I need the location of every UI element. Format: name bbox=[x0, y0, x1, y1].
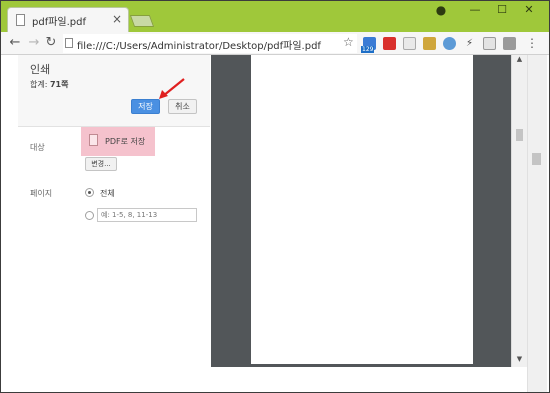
destination-selector[interactable]: PDF로 저장 bbox=[81, 127, 155, 156]
print-header: 인쇄 합계: 71쪽 저장 취소 bbox=[18, 55, 210, 127]
extension-globe-icon[interactable] bbox=[443, 37, 456, 50]
preview-scrollbar[interactable]: ▲ ▼ bbox=[511, 55, 527, 367]
scroll-down-icon[interactable]: ▼ bbox=[512, 355, 527, 365]
red-arrow-annotation bbox=[159, 78, 185, 99]
destination-label: 대상 bbox=[30, 143, 45, 152]
close-tab-icon[interactable]: × bbox=[112, 12, 122, 26]
total-label: 합계: bbox=[30, 80, 50, 89]
content-area: 인쇄 합계: 71쪽 저장 취소 대상 PDF로 저장 변경... 페이지 전체 bbox=[1, 55, 549, 392]
preview-area bbox=[211, 55, 511, 367]
profile-icon[interactable]: ● bbox=[427, 1, 455, 21]
total-value: 71쪽 bbox=[49, 80, 69, 89]
page-total: 합계: 71쪽 bbox=[30, 79, 68, 90]
print-title: 인쇄 bbox=[30, 63, 51, 76]
address-bar[interactable]: file:///C:/Users/Administrator/Desktop/p… bbox=[63, 34, 357, 53]
print-settings-panel: 인쇄 합계: 71쪽 저장 취소 대상 PDF로 저장 변경... 페이지 전체 bbox=[18, 55, 210, 367]
browser-toolbar: ← → ↻ file:///C:/Users/Administrator/Des… bbox=[1, 32, 549, 55]
browser-window: pdf파일.pdf × ● — ☐ ✕ ← → ↻ file:///C:/Use… bbox=[0, 0, 550, 393]
maximize-button[interactable]: ☐ bbox=[488, 1, 516, 21]
page-scroll-thumb[interactable] bbox=[532, 153, 541, 165]
change-button[interactable]: 변경... bbox=[85, 157, 117, 171]
pages-label: 페이지 bbox=[30, 189, 53, 198]
preview-page bbox=[251, 55, 473, 364]
url-text[interactable]: file:///C:/Users/Administrator/Desktop/p… bbox=[77, 37, 321, 52]
pages-range-radio[interactable] bbox=[85, 211, 94, 220]
destination-value: PDF로 저장 bbox=[105, 137, 146, 146]
pages-all-label: 전체 bbox=[100, 189, 115, 198]
extension-badge: 129 bbox=[361, 46, 375, 53]
menu-icon[interactable]: ⋮ bbox=[526, 36, 538, 50]
extension-box-icon[interactable] bbox=[483, 37, 496, 50]
tab-pdf[interactable]: pdf파일.pdf × bbox=[7, 7, 129, 32]
scroll-up-icon[interactable]: ▲ bbox=[512, 55, 527, 65]
left-gutter bbox=[1, 55, 18, 367]
bottom-gutter bbox=[1, 367, 527, 392]
extension-mail-icon[interactable]: 129 bbox=[361, 37, 376, 53]
forward-button[interactable]: → bbox=[26, 35, 42, 51]
extension-grey-icon[interactable] bbox=[403, 37, 416, 50]
extension-bolt-icon[interactable]: ⚡ bbox=[463, 37, 476, 50]
extension-square-icon[interactable] bbox=[503, 37, 516, 50]
extension-yellow-icon[interactable] bbox=[423, 37, 436, 50]
title-bar: pdf파일.pdf × ● — ☐ ✕ bbox=[1, 1, 549, 32]
file-icon bbox=[65, 38, 73, 48]
page-range-input[interactable] bbox=[97, 208, 197, 222]
tab-title: pdf파일.pdf bbox=[32, 17, 87, 28]
reload-button[interactable]: ↻ bbox=[43, 35, 59, 51]
new-tab-button[interactable] bbox=[129, 15, 155, 27]
document-icon bbox=[16, 14, 25, 26]
back-button[interactable]: ← bbox=[7, 35, 23, 51]
extension-red-icon[interactable] bbox=[383, 37, 396, 50]
pdf-document-icon bbox=[89, 134, 98, 146]
bookmark-star-icon[interactable]: ☆ bbox=[343, 35, 354, 49]
page-scrollbar[interactable] bbox=[527, 55, 547, 392]
minimize-button[interactable]: — bbox=[461, 1, 489, 21]
pages-all-radio[interactable] bbox=[85, 188, 94, 197]
preview-scroll-thumb[interactable] bbox=[516, 129, 523, 141]
close-window-button[interactable]: ✕ bbox=[515, 1, 543, 21]
